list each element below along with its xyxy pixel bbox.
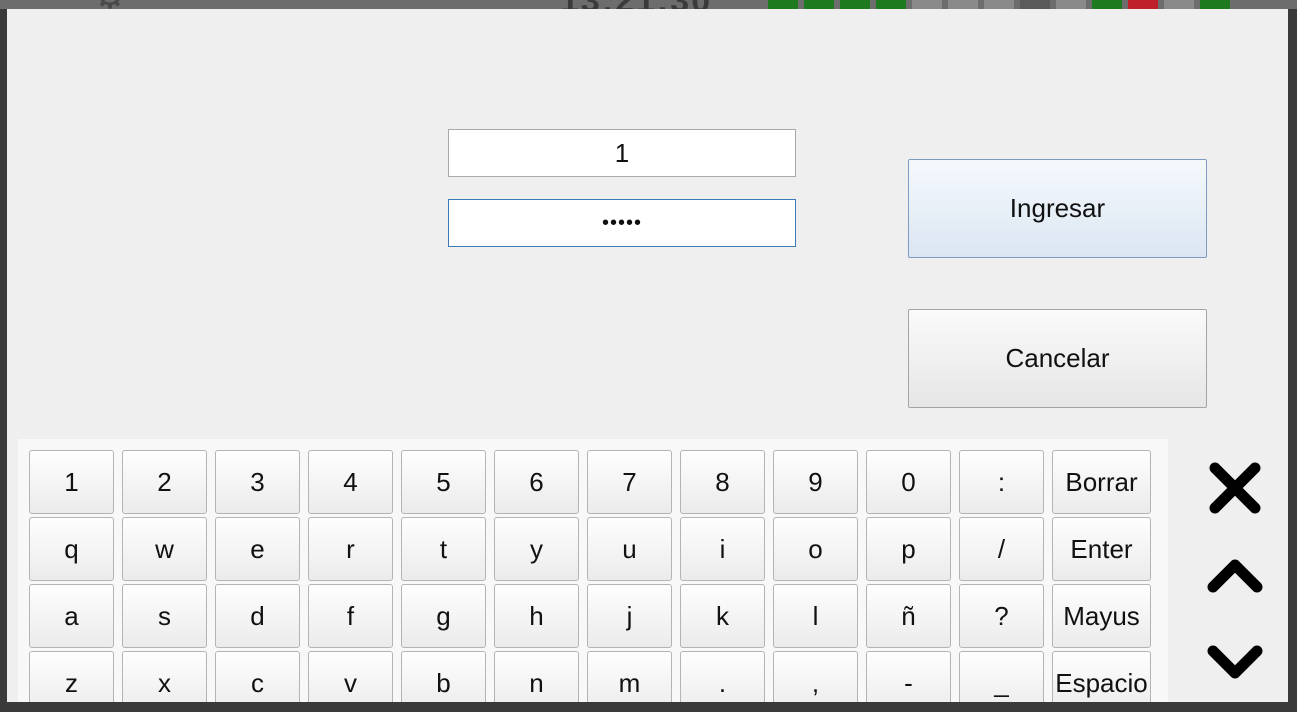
chevron-down-icon[interactable]: [1205, 633, 1265, 693]
status-icon: [948, 0, 978, 9]
key-char[interactable]: 3: [215, 450, 300, 514]
status-icon: [1164, 0, 1194, 9]
key-char[interactable]: -: [866, 651, 951, 702]
key-char[interactable]: z: [29, 651, 114, 702]
login-dialog: 1 ••••• Ingresar Cancelar 1 2 3 4 5 6 7 8 9 0: Bor…: [7, 9, 1288, 702]
top-status-bar: ⚙ 13:21:30: [0, 0, 1297, 9]
key-char[interactable]: /: [959, 517, 1044, 581]
key-char[interactable]: s: [122, 584, 207, 648]
key-char[interactable]: h: [494, 584, 579, 648]
password-field[interactable]: •••••: [448, 199, 796, 247]
key-char[interactable]: u: [587, 517, 672, 581]
key-enter[interactable]: Enter: [1052, 517, 1151, 581]
key-mayus[interactable]: Mayus: [1052, 584, 1151, 648]
status-icon: [804, 0, 834, 9]
status-icon: [912, 0, 942, 9]
key-char[interactable]: d: [215, 584, 300, 648]
status-icon: [1092, 0, 1122, 9]
key-char[interactable]: .: [680, 651, 765, 702]
gear-icon[interactable]: ⚙: [92, 0, 142, 9]
key-char[interactable]: g: [401, 584, 486, 648]
status-icon: [1056, 0, 1086, 9]
key-char[interactable]: 5: [401, 450, 486, 514]
key-char[interactable]: ñ: [866, 584, 951, 648]
status-icon: [1128, 0, 1158, 9]
status-icon: [768, 0, 798, 9]
key-char[interactable]: j: [587, 584, 672, 648]
key-char[interactable]: 2: [122, 450, 207, 514]
key-char[interactable]: n: [494, 651, 579, 702]
key-borrar[interactable]: Borrar: [1052, 450, 1151, 514]
key-char[interactable]: e: [215, 517, 300, 581]
key-char[interactable]: i: [680, 517, 765, 581]
status-icons: [768, 0, 1230, 9]
key-char[interactable]: ?: [959, 584, 1044, 648]
close-icon[interactable]: [1205, 458, 1265, 518]
key-char[interactable]: 8: [680, 450, 765, 514]
key-char[interactable]: k: [680, 584, 765, 648]
key-char[interactable]: 6: [494, 450, 579, 514]
key-char[interactable]: ,: [773, 651, 858, 702]
key-char[interactable]: 9: [773, 450, 858, 514]
key-char[interactable]: p: [866, 517, 951, 581]
cancel-button[interactable]: Cancelar: [908, 309, 1207, 408]
key-char[interactable]: 4: [308, 450, 393, 514]
key-char[interactable]: o: [773, 517, 858, 581]
key-char[interactable]: l: [773, 584, 858, 648]
key-char[interactable]: c: [215, 651, 300, 702]
key-char[interactable]: w: [122, 517, 207, 581]
key-char[interactable]: f: [308, 584, 393, 648]
key-char[interactable]: q: [29, 517, 114, 581]
status-icon: [876, 0, 906, 9]
status-icon: [1200, 0, 1230, 9]
chevron-up-icon[interactable]: [1205, 545, 1265, 605]
status-icon: [1020, 0, 1050, 9]
key-char[interactable]: :: [959, 450, 1044, 514]
key-char[interactable]: v: [308, 651, 393, 702]
status-icon: [840, 0, 870, 9]
key-char[interactable]: t: [401, 517, 486, 581]
username-field[interactable]: 1: [448, 129, 796, 177]
key-char[interactable]: y: [494, 517, 579, 581]
login-button[interactable]: Ingresar: [908, 159, 1207, 258]
key-char[interactable]: 1: [29, 450, 114, 514]
on-screen-keyboard: 1 2 3 4 5 6 7 8 9 0: Borrar q w e r t y u i o p / Enter a s d f g h j…: [18, 439, 1168, 702]
key-char[interactable]: x: [122, 651, 207, 702]
key-char[interactable]: a: [29, 584, 114, 648]
key-espacio[interactable]: Espacio: [1052, 651, 1151, 702]
key-char[interactable]: 0: [866, 450, 951, 514]
key-char[interactable]: _: [959, 651, 1044, 702]
key-char[interactable]: m: [587, 651, 672, 702]
key-char[interactable]: 7: [587, 450, 672, 514]
key-char[interactable]: r: [308, 517, 393, 581]
key-char[interactable]: b: [401, 651, 486, 702]
clock-text: 13:21:30: [560, 0, 712, 9]
status-icon: [984, 0, 1014, 9]
